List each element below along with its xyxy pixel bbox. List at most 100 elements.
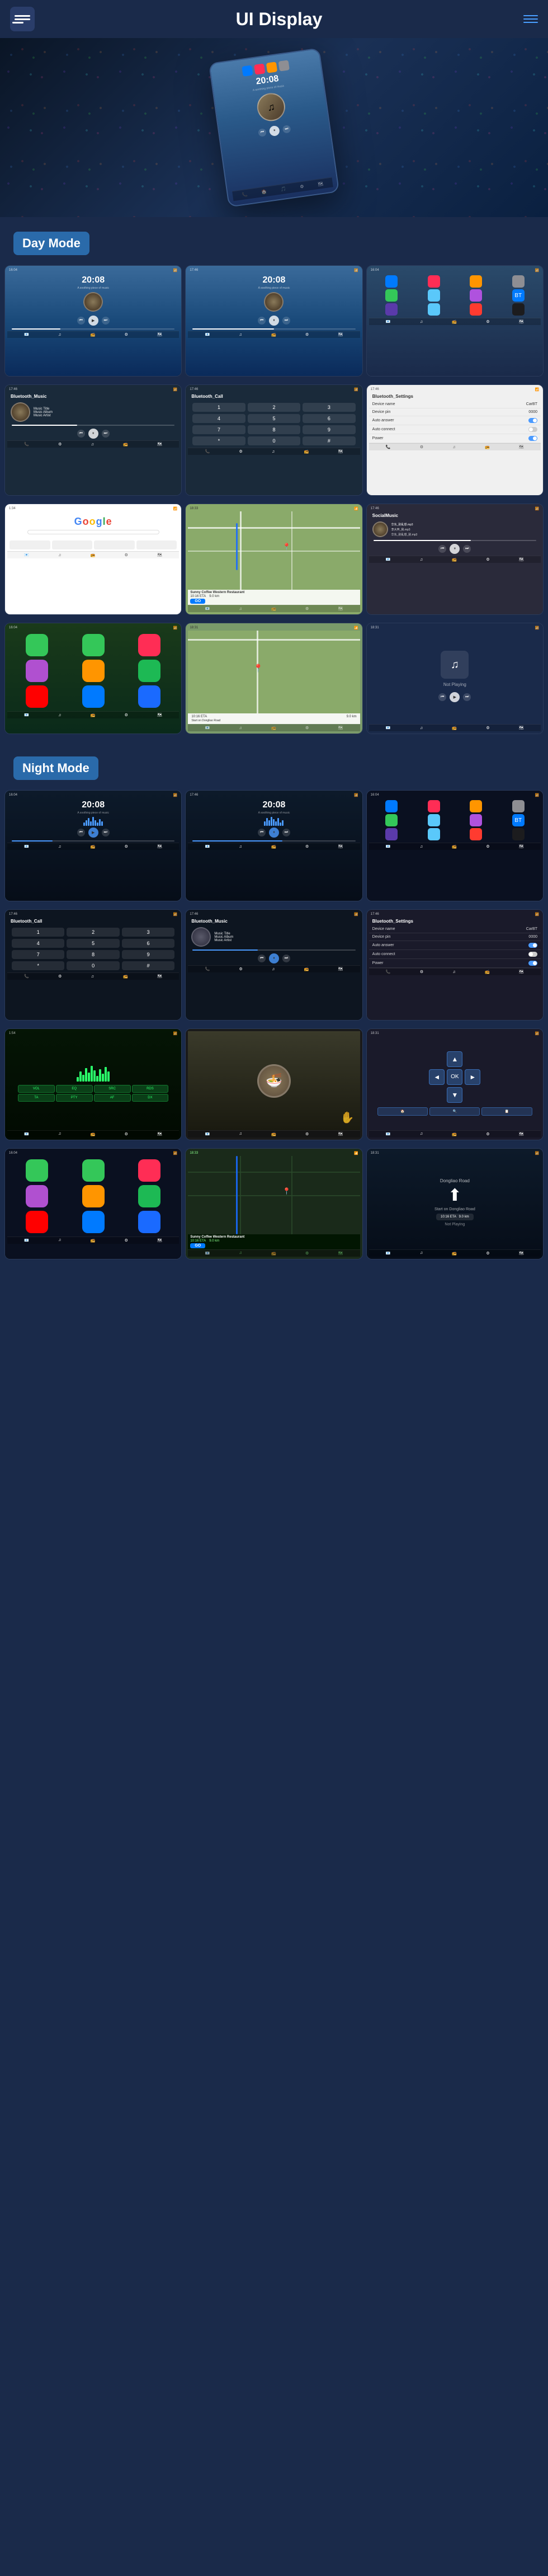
key-star[interactable]: * (192, 436, 245, 445)
prev-2[interactable]: ⏮ (258, 317, 266, 325)
nav-up-btn[interactable]: ▲ (447, 1051, 462, 1067)
auto-answer-toggle[interactable] (528, 418, 537, 423)
play-1[interactable]: ▶ (88, 316, 98, 326)
n-bt-next[interactable]: ⏭ (282, 955, 290, 962)
n-cp-youtube[interactable] (26, 1211, 48, 1233)
ng-ctrl-3[interactable]: SRC (94, 1085, 131, 1093)
app-phone-1[interactable] (385, 289, 398, 302)
app-maps-1[interactable] (470, 275, 482, 288)
cp-maps[interactable] (82, 660, 105, 682)
n-auto-answer-toggle[interactable] (528, 943, 537, 948)
night-app-bt[interactable]: BT (512, 814, 525, 826)
play-2[interactable]: ⏸ (269, 316, 279, 326)
social-play[interactable]: ⏸ (450, 544, 460, 554)
night-app-waze[interactable] (428, 814, 440, 826)
n-key-9[interactable]: 9 (122, 950, 174, 959)
cp-youtube[interactable] (26, 685, 48, 708)
night-app-podcast[interactable] (470, 814, 482, 826)
nav-extra-2[interactable]: 🔍 (429, 1107, 480, 1116)
bookmark-3[interactable] (94, 540, 135, 549)
ng-ctrl-7[interactable]: AF (94, 1094, 131, 1102)
nav-center-btn[interactable]: OK (447, 1069, 462, 1085)
bookmark-4[interactable] (136, 540, 177, 549)
n-key-1[interactable]: 1 (12, 928, 64, 937)
cp-music[interactable] (138, 634, 160, 656)
key-0[interactable]: 0 (248, 436, 300, 445)
cp-messages[interactable] (82, 634, 105, 656)
night-app-extra1[interactable] (385, 828, 398, 840)
app-extra-3[interactable] (470, 303, 482, 316)
search-bar[interactable] (27, 530, 159, 534)
play-pause-btn[interactable]: ⏸ (269, 125, 280, 137)
n-bt-play[interactable]: ⏸ (269, 953, 279, 963)
night-app-settings[interactable] (512, 800, 525, 812)
social-prev[interactable]: ⏮ (438, 545, 446, 553)
n-prev-1[interactable]: ⏮ (77, 829, 85, 836)
key-6[interactable]: 6 (303, 414, 355, 423)
key-hash[interactable]: # (303, 436, 355, 445)
nav-right-btn[interactable]: ► (465, 1069, 480, 1085)
np-next[interactable]: ⏭ (463, 693, 471, 701)
ng-ctrl-6[interactable]: PTY (56, 1094, 93, 1102)
cp-podcasts[interactable] (26, 660, 48, 682)
app-extra-4[interactable] (512, 303, 525, 316)
ng-ctrl-1[interactable]: VOL (18, 1085, 55, 1093)
prev-btn[interactable]: ⏮ (258, 128, 267, 137)
n-cp-music[interactable] (138, 1159, 160, 1182)
bt-prev[interactable]: ⏮ (77, 430, 85, 438)
n-key-0[interactable]: 0 (67, 961, 119, 970)
n-next-1[interactable]: ⏭ (102, 829, 110, 836)
bookmark-1[interactable] (10, 540, 50, 549)
app-waze-1[interactable] (428, 289, 440, 302)
auto-connect-toggle[interactable] (528, 427, 537, 432)
n-cp-waze[interactable] (138, 1211, 160, 1233)
n-power-toggle[interactable] (528, 961, 537, 966)
n-key-5[interactable]: 5 (67, 939, 119, 948)
key-3[interactable]: 3 (303, 403, 355, 412)
n-key-8[interactable]: 8 (67, 950, 119, 959)
n-prev-2[interactable]: ⏮ (258, 829, 266, 836)
key-4[interactable]: 4 (192, 414, 245, 423)
n-play-1[interactable]: ▶ (88, 828, 98, 838)
hamburger-menu[interactable] (523, 15, 538, 23)
key-2[interactable]: 2 (248, 403, 300, 412)
app-extra-1[interactable] (385, 303, 398, 316)
night-go-button[interactable]: GO (190, 1243, 205, 1248)
cp-spotify[interactable] (138, 660, 160, 682)
n-cp-podcasts[interactable] (26, 1185, 48, 1207)
go-button[interactable]: GO (190, 599, 205, 604)
n-auto-connect-toggle[interactable] (528, 952, 537, 957)
next-1[interactable]: ⏭ (102, 317, 110, 325)
ng-ctrl-5[interactable]: TA (18, 1094, 55, 1102)
key-7[interactable]: 7 (192, 425, 245, 434)
n-key-4[interactable]: 4 (12, 939, 64, 948)
cp-phone[interactable] (26, 634, 48, 656)
np-play[interactable]: ▶ (450, 692, 460, 702)
n-key-hash[interactable]: # (122, 961, 174, 970)
prev-1[interactable]: ⏮ (77, 317, 85, 325)
cp-waze[interactable] (138, 685, 160, 708)
night-app-phone[interactable] (385, 814, 398, 826)
ng-ctrl-2[interactable]: EQ (56, 1085, 93, 1093)
nav-down-btn[interactable]: ▼ (447, 1087, 462, 1103)
bt-next[interactable]: ⏭ (102, 430, 110, 438)
n-bt-prev[interactable]: ⏮ (258, 955, 266, 962)
n-key-6[interactable]: 6 (122, 939, 174, 948)
night-app-extra4[interactable] (512, 828, 525, 840)
key-1[interactable]: 1 (192, 403, 245, 412)
n-cp-spotify[interactable] (138, 1185, 160, 1207)
app-music-1[interactable] (428, 275, 440, 288)
night-app-extra2[interactable] (428, 828, 440, 840)
next-2[interactable]: ⏭ (282, 317, 290, 325)
n-key-3[interactable]: 3 (122, 928, 174, 937)
cp-telegram[interactable] (82, 685, 105, 708)
n-cp-maps[interactable] (82, 1185, 105, 1207)
n-cp-telegram[interactable] (82, 1211, 105, 1233)
app-telegram[interactable] (385, 275, 398, 288)
next-btn[interactable]: ⏭ (282, 125, 291, 134)
night-app-telegram[interactable] (385, 800, 398, 812)
n-play-2[interactable]: ⏸ (269, 828, 279, 838)
n-cp-phone[interactable] (26, 1159, 48, 1182)
nav-left-btn[interactable]: ◄ (429, 1069, 445, 1085)
power-toggle[interactable] (528, 436, 537, 441)
